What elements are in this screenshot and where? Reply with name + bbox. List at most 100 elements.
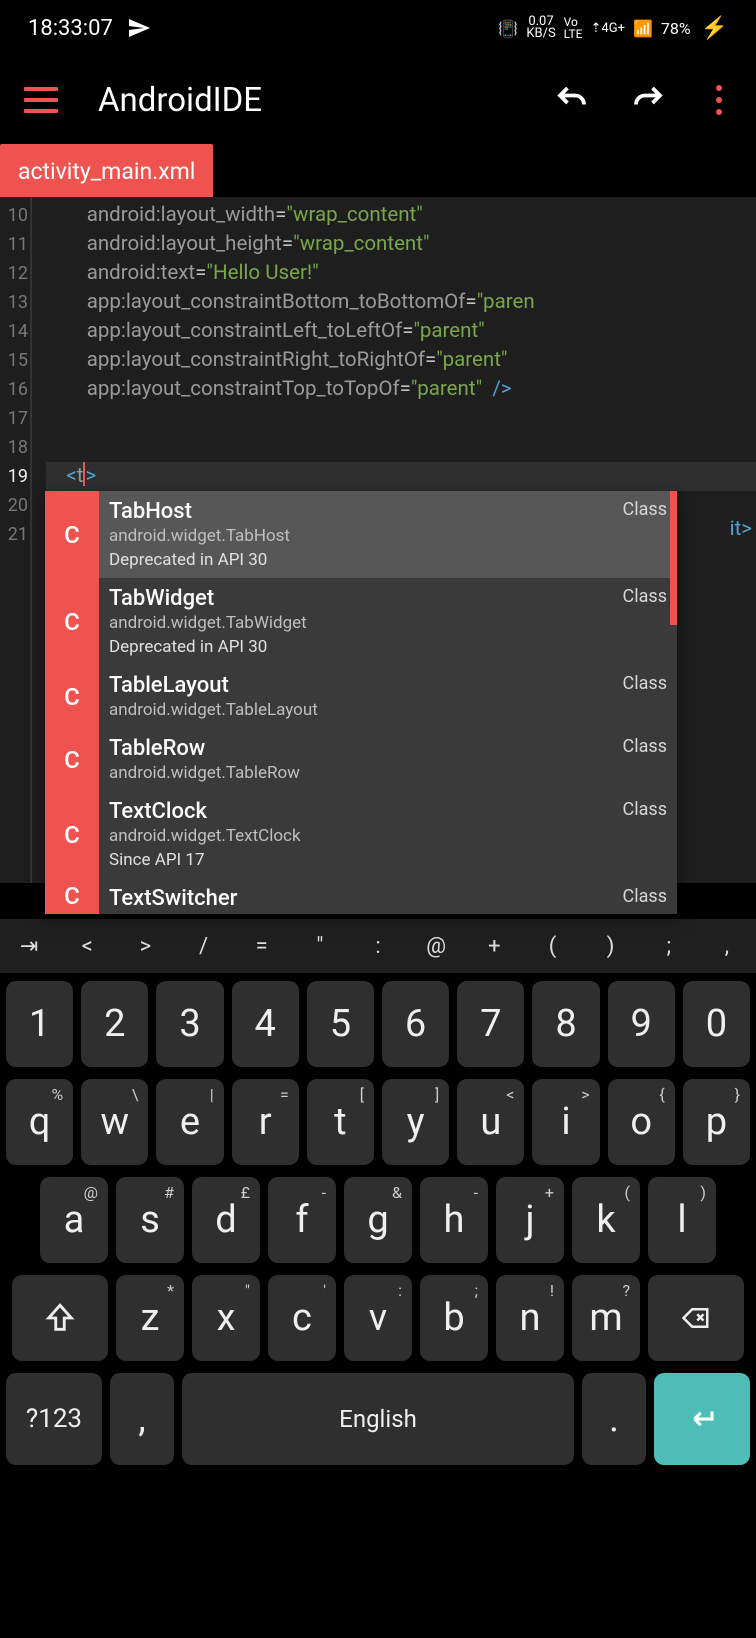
key-s[interactable]: #s [116,1177,184,1263]
code-line[interactable] [46,433,756,462]
key-5[interactable]: 5 [307,981,374,1067]
symbol-key[interactable]: : [349,934,407,959]
key-w[interactable]: \w [81,1079,148,1165]
key-a[interactable]: @a [40,1177,108,1263]
completion-name: TabWidget [109,586,663,611]
code-editor[interactable]: 101112131415161718192021 android:layout_… [0,197,756,883]
key-v[interactable]: :v [344,1275,412,1361]
tab-strip: activity_main.xml [0,144,756,197]
completion-type: Class [623,799,667,820]
symbol-key[interactable]: " [291,934,349,959]
key-2[interactable]: 2 [81,981,148,1067]
line-number: 13 [0,288,30,317]
symbol-key[interactable]: ) [582,934,640,959]
period-key[interactable]: . [582,1373,646,1465]
line-number: 15 [0,346,30,375]
comma-key[interactable]: , [110,1373,174,1465]
shift-key[interactable] [12,1275,108,1361]
key-9[interactable]: 9 [608,981,675,1067]
symbol-key[interactable]: = [233,934,291,959]
symbol-key[interactable]: > [116,934,174,959]
code-line[interactable]: app:layout_constraintTop_toTopOf="parent… [46,375,756,404]
code-line[interactable]: android:text="Hello User!" [46,259,756,288]
key-3[interactable]: 3 [156,981,223,1067]
symbol-key[interactable]: @ [407,934,465,959]
key-u[interactable]: <u [457,1079,524,1165]
overflow-menu-icon[interactable] [706,85,732,115]
code-line[interactable]: app:layout_constraintLeft_toLeftOf="pare… [46,317,756,346]
enter-key[interactable] [654,1373,750,1465]
key-l[interactable]: )l [648,1177,716,1263]
code-line[interactable]: <t> [46,462,756,491]
key-r[interactable]: =r [232,1079,299,1165]
autocomplete-item[interactable]: CTextClockandroid.widget.TextClockSince … [45,791,677,878]
completion-package: android.widget.TextClock [109,826,663,846]
backspace-key[interactable] [648,1275,744,1361]
code-line[interactable]: android:layout_height="wrap_content" [46,230,756,259]
key-x[interactable]: "x [192,1275,260,1361]
line-gutter: 101112131415161718192021 [0,197,32,883]
line-number: 11 [0,230,30,259]
line-number: 12 [0,259,30,288]
symbol-key[interactable]: ⇥ [0,934,58,959]
app-title: AndroidIDE [98,81,514,120]
app-bar: AndroidIDE [0,56,756,144]
completion-note: Since API 17 [109,850,663,870]
autocomplete-item[interactable]: CTableLayoutandroid.widget.TableLayoutCl… [45,665,677,728]
undo-button[interactable] [554,82,590,118]
key-h[interactable]: -h [420,1177,488,1263]
key-k[interactable]: (k [572,1177,640,1263]
autocomplete-item[interactable]: CTableRowandroid.widget.TableRowClass [45,728,677,791]
symbol-key[interactable]: , [698,934,756,959]
symbol-key[interactable]: < [58,934,116,959]
code-line[interactable]: app:layout_constraintRight_toRightOf="pa… [46,346,756,375]
key-1[interactable]: 1 [6,981,73,1067]
telegram-icon [127,16,151,40]
key-t[interactable]: [t [307,1079,374,1165]
key-7[interactable]: 7 [457,981,524,1067]
symbol-key[interactable]: / [174,934,232,959]
completion-kind-icon: C [45,491,99,578]
key-g[interactable]: &g [344,1177,412,1263]
space-key[interactable]: English [182,1373,574,1465]
symbol-key[interactable]: ( [523,934,581,959]
key-d[interactable]: £d [192,1177,260,1263]
key-n[interactable]: !n [496,1275,564,1361]
completion-type: Class [623,673,667,694]
code-line[interactable]: android:layout_width="wrap_content" [46,201,756,230]
redo-button[interactable] [630,82,666,118]
key-6[interactable]: 6 [382,981,449,1067]
completion-type: Class [623,886,667,907]
key-o[interactable]: {o [608,1079,675,1165]
completion-package: android.widget.TabWidget [109,613,663,633]
key-8[interactable]: 8 [532,981,599,1067]
key-b[interactable]: ;b [420,1275,488,1361]
key-j[interactable]: +j [496,1177,564,1263]
key-e[interactable]: |e [156,1079,223,1165]
charging-icon: ⚡ [701,16,728,41]
key-z[interactable]: *z [116,1275,184,1361]
symbol-key[interactable]: ; [640,934,698,959]
key-m[interactable]: ?m [572,1275,640,1361]
key-q[interactable]: %q [6,1079,73,1165]
completion-note: Deprecated in API 30 [109,550,663,570]
autocomplete-item[interactable]: CTextSwitcherClass [45,878,677,914]
completion-package: android.widget.TableLayout [109,700,663,720]
mode-key[interactable]: ?123 [6,1373,102,1465]
key-f[interactable]: -f [268,1177,336,1263]
completion-name: TableRow [109,736,663,761]
key-0[interactable]: 0 [683,981,750,1067]
autocomplete-item[interactable]: CTabHostandroid.widget.TabHostDeprecated… [45,491,677,578]
code-line[interactable]: app:layout_constraintBottom_toBottomOf="… [46,288,756,317]
hamburger-menu-icon[interactable] [24,87,58,113]
key-c[interactable]: 'c [268,1275,336,1361]
file-tab[interactable]: activity_main.xml [0,144,213,197]
symbol-key[interactable]: + [465,934,523,959]
key-p[interactable]: }p [683,1079,750,1165]
code-line[interactable] [46,404,756,433]
key-i[interactable]: >i [532,1079,599,1165]
key-4[interactable]: 4 [232,981,299,1067]
autocomplete-item[interactable]: CTabWidgetandroid.widget.TabWidgetDeprec… [45,578,677,665]
key-y[interactable]: ]y [382,1079,449,1165]
autocomplete-popup[interactable]: CTabHostandroid.widget.TabHostDeprecated… [45,491,677,914]
